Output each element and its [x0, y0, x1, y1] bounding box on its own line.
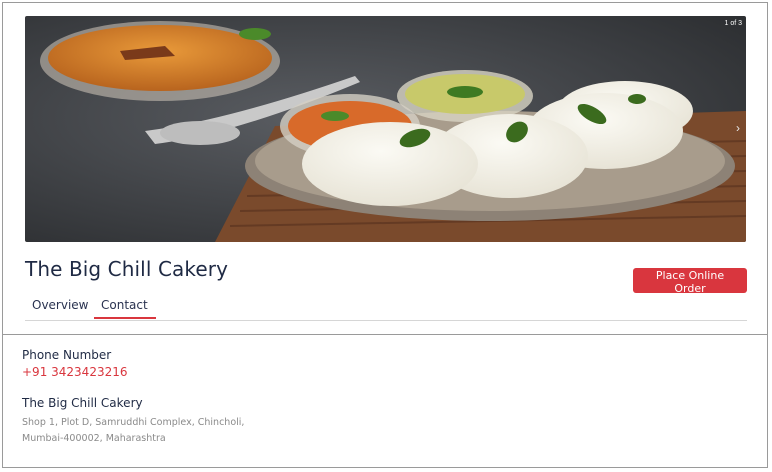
- place-online-order-button[interactable]: Place Online Order: [633, 268, 747, 295]
- address-heading: The Big Chill Cakery: [22, 396, 143, 410]
- image-carousel[interactable]: 1 of 3 ›: [25, 16, 746, 242]
- tab-overview[interactable]: Overview: [32, 298, 89, 312]
- header-section: 1 of 3 › The Big Chill Cakery Place Onli…: [3, 3, 767, 335]
- address-line-2: Mumbai-400002, Maharashtra: [22, 433, 166, 444]
- phone-heading: Phone Number: [22, 348, 112, 362]
- slide-counter: 1 of 3: [724, 20, 742, 27]
- food-photo: [25, 16, 746, 242]
- restaurant-card: 1 of 3 › The Big Chill Cakery Place Onli…: [2, 2, 768, 468]
- restaurant-name: The Big Chill Cakery: [25, 257, 229, 281]
- active-tab-indicator: [94, 317, 156, 319]
- address-line-1: Shop 1, Plot D, Samruddhi Complex, Chinc…: [22, 417, 245, 428]
- chevron-right-icon[interactable]: ›: [736, 121, 740, 135]
- carousel-dots: [25, 240, 746, 242]
- tab-contact[interactable]: Contact: [101, 298, 148, 312]
- tab-bar: Overview Contact: [25, 296, 747, 321]
- phone-number-link[interactable]: +91 3423423216: [22, 365, 128, 379]
